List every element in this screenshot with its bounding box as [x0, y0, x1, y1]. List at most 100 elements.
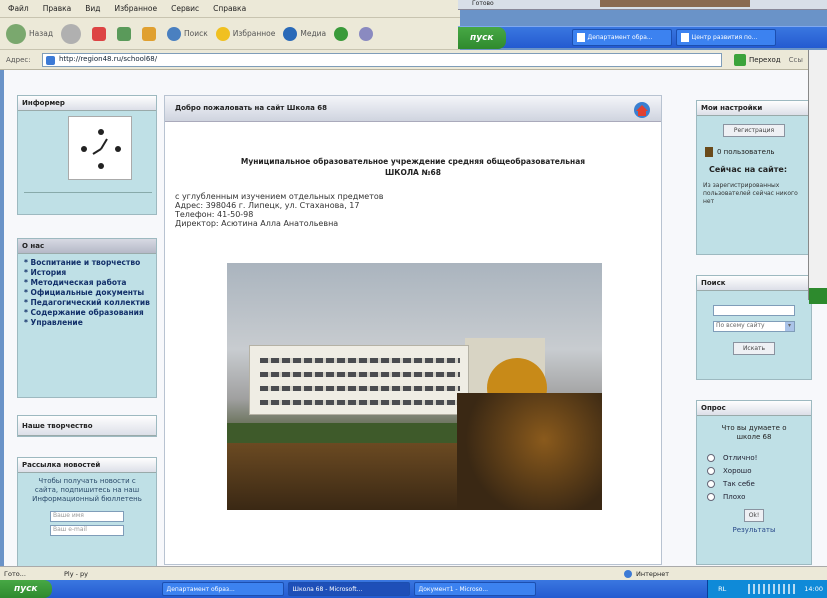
poll-panel: Опрос Что вы думаете о школе 68 Отлично!… — [696, 400, 812, 565]
search-button[interactable]: Искать — [733, 342, 775, 355]
popup-image — [600, 0, 750, 7]
overlay-task-1[interactable]: Департамент обра... — [571, 29, 672, 46]
media-icon — [283, 26, 298, 41]
language-indicator[interactable]: RL — [718, 585, 726, 593]
menu-tools[interactable]: Сервис — [171, 4, 199, 13]
informer-panel: Информер — [17, 95, 157, 215]
link-methodical[interactable]: * Методическая работа — [24, 278, 150, 288]
radio-button[interactable] — [707, 454, 715, 462]
menu-help[interactable]: Справка — [213, 4, 246, 13]
school-info: с углубленным изучением отдельных предме… — [175, 192, 661, 228]
search-icon — [167, 26, 182, 41]
poll-results-link[interactable]: Результаты — [697, 526, 811, 534]
go-arrow-icon — [734, 54, 746, 66]
poll-option-excellent[interactable]: Отлично! — [707, 454, 811, 462]
creativity-panel[interactable]: Наше творчество — [17, 415, 157, 437]
link-documents[interactable]: * Официальные документы — [24, 288, 150, 298]
menu-favorites[interactable]: Избранное — [115, 4, 158, 13]
home-icon[interactable] — [633, 101, 651, 119]
globe-icon — [624, 569, 632, 578]
forward-button[interactable] — [61, 23, 84, 44]
document-icon — [680, 33, 689, 42]
menu-edit[interactable]: Правка — [43, 4, 72, 13]
poll-option-bad[interactable]: Плохо — [707, 493, 811, 501]
document-icon — [576, 33, 585, 42]
settings-title: Мои настройки — [697, 101, 811, 116]
mail-icon — [359, 26, 374, 41]
about-panel: О нас * Воспитание и творчество * Истори… — [17, 238, 157, 398]
page-content: Информер О нас * Воспитание и творчество… — [4, 70, 827, 567]
users-count: 0 пользователь — [705, 147, 811, 157]
toolbar: Назад Поиск Избранное Медиа — [0, 18, 460, 50]
vote-button[interactable]: Ok! — [744, 509, 764, 522]
window-icon — [809, 288, 827, 304]
start-button[interactable]: пуск — [0, 580, 52, 598]
address-bar: Адрес: http://region48.ru/school68/ Пере… — [0, 50, 827, 70]
go-button[interactable]: Переход Ссы — [734, 53, 803, 67]
status-text: Гото... — [4, 569, 26, 578]
photo-bushes-right — [457, 393, 602, 510]
history-button[interactable] — [334, 26, 351, 41]
school-address: Адрес: 398046 г. Липецк, ул. Стаханова, … — [175, 201, 360, 210]
mail-button[interactable] — [359, 26, 376, 41]
radio-button[interactable] — [707, 480, 715, 488]
search-button[interactable]: Поиск — [167, 26, 208, 41]
news-panel: Рассылка новостей Чтобы получать новости… — [17, 457, 157, 567]
media-button[interactable]: Медиа — [283, 26, 326, 41]
clock-widget — [68, 116, 132, 180]
star-icon — [215, 26, 230, 41]
link-staff[interactable]: * Педагогический коллектив — [24, 298, 150, 308]
home-button[interactable] — [142, 26, 159, 41]
divider — [24, 192, 152, 193]
back-button[interactable]: Назад — [6, 23, 53, 44]
poll-option-so-so[interactable]: Так себе — [707, 480, 811, 488]
radio-button[interactable] — [707, 467, 715, 475]
school-phone: Телефон: 41-50-98 — [175, 210, 254, 219]
register-button[interactable]: Регистрация — [723, 124, 785, 137]
taskbar-item-3[interactable]: Документ1 - Microso... — [413, 582, 536, 596]
back-icon — [6, 23, 26, 44]
poll-title: Опрос — [697, 401, 811, 416]
favorites-button[interactable]: Избранное — [215, 26, 275, 41]
menu-view[interactable]: Вид — [85, 4, 100, 13]
forward-icon — [61, 23, 82, 44]
photo-building — [249, 345, 469, 415]
address-input[interactable]: http://region48.ru/school68/ — [42, 53, 722, 67]
refresh-button[interactable] — [117, 26, 134, 41]
about-links: * Воспитание и творчество * История * Ме… — [18, 254, 156, 332]
informer-title: Информер — [18, 96, 156, 111]
search-input[interactable] — [713, 305, 795, 316]
link-history[interactable]: * История — [24, 268, 150, 278]
overlay-quicklaunch — [506, 27, 568, 49]
menu-file[interactable]: Файл — [8, 4, 29, 13]
search-scope-select[interactable]: По всему сайту ▾ — [713, 321, 795, 332]
link-management[interactable]: * Управление — [24, 318, 150, 328]
clock: 14:00 — [804, 585, 823, 593]
poll-option-good[interactable]: Хорошо — [707, 467, 811, 475]
chevron-down-icon: ▾ — [785, 322, 794, 331]
overlay-task-2[interactable]: Центр развития по... — [675, 29, 776, 46]
taskbar-item-1[interactable]: Департамент образ... — [161, 582, 284, 596]
overlay-taskbar: пуск Департамент обра... Центр развития … — [458, 26, 827, 49]
taskbar-item-2[interactable]: Школа 68 - Microsoft... — [287, 582, 410, 596]
overlay-start-button[interactable]: пуск — [458, 26, 506, 49]
tray-icons — [748, 584, 799, 594]
main-content: Добро пожаловать на сайт Школа 68 Муници… — [164, 95, 662, 565]
school-title-line2: ШКОЛА №68 — [385, 168, 441, 177]
radio-button[interactable] — [707, 493, 715, 501]
school-title-line1: Муниципальное образовательное учреждение… — [240, 157, 586, 166]
stop-icon — [92, 26, 107, 41]
link-education[interactable]: * Содержание образования — [24, 308, 150, 318]
refresh-icon — [117, 26, 132, 41]
news-name-input[interactable]: Ваше имя — [50, 511, 124, 522]
taskbar: пуск Департамент образ... Школа 68 - Mic… — [0, 580, 827, 598]
creativity-title[interactable]: Наше творчество — [18, 416, 156, 436]
background-window-edge — [808, 50, 827, 304]
online-status: Из зарегистрированных пользователей сейч… — [703, 182, 798, 205]
news-email-input[interactable]: Ваш e-mail — [50, 525, 124, 536]
link-upbringing[interactable]: * Воспитание и творчество — [24, 258, 150, 268]
school-subtitle: с углубленным изучением отдельных предме… — [175, 192, 384, 201]
status-center: Ply - py — [64, 569, 89, 578]
stop-button[interactable] — [92, 26, 109, 41]
settings-panel: Мои настройки Регистрация 0 пользователь… — [696, 100, 812, 255]
